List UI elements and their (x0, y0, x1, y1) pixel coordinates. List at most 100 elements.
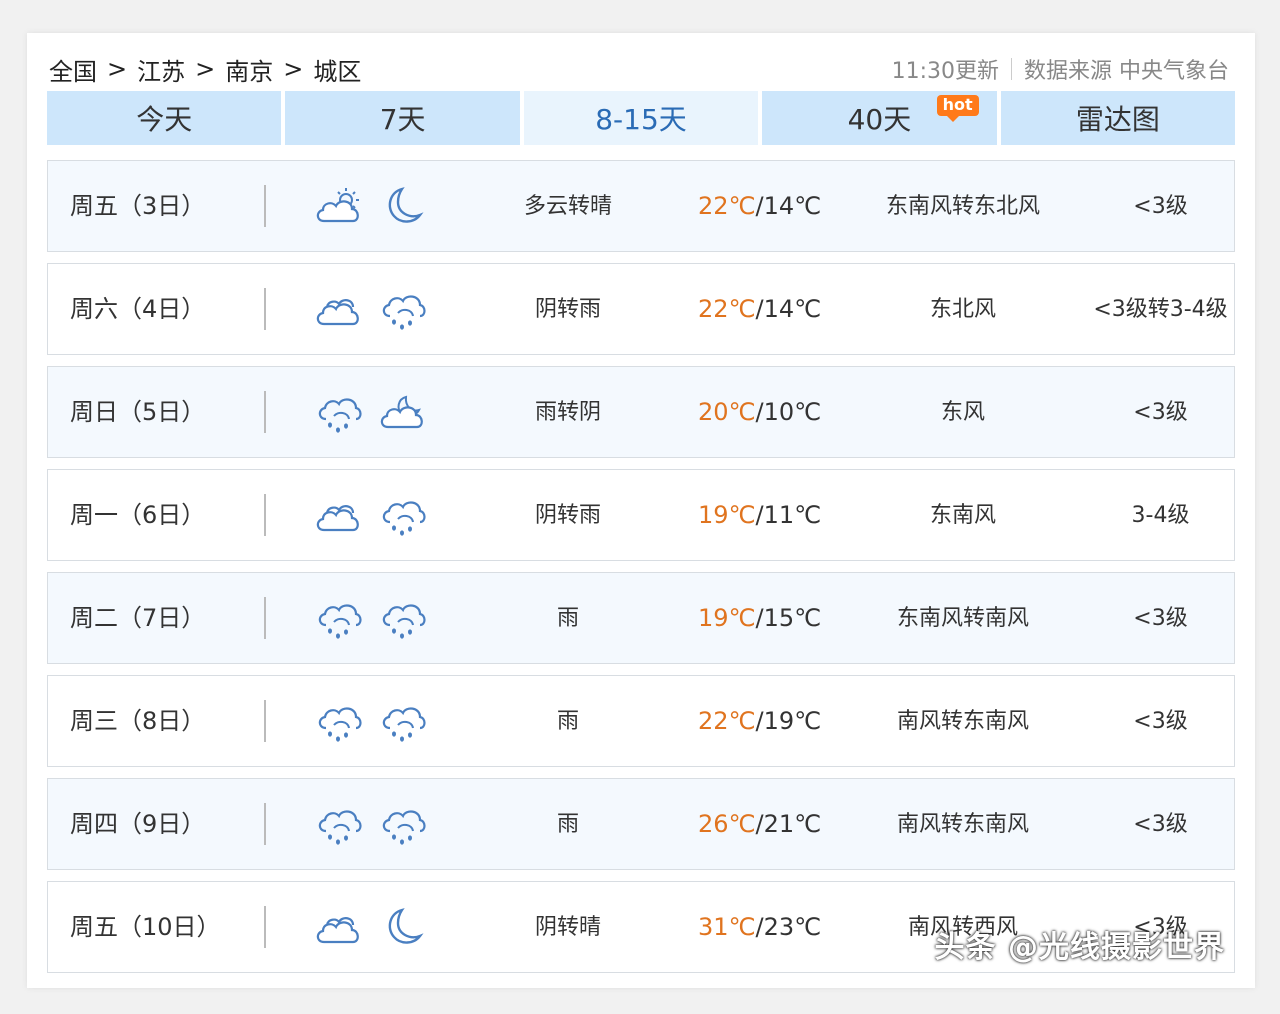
temperature: 31℃/23℃ (698, 882, 848, 972)
breadcrumb-separator: > (195, 55, 216, 83)
low-temp: 23℃ (763, 913, 822, 941)
meta-divider (1011, 58, 1012, 80)
low-temp: 21℃ (763, 810, 822, 838)
low-temp: 10℃ (763, 398, 822, 426)
breadcrumb-province[interactable]: 江苏 (137, 52, 185, 87)
forecast-row[interactable]: 周日（5日） 雨转阴 20℃/10℃ 东风 <3级 (47, 366, 1235, 458)
row-divider (264, 288, 266, 330)
temperature: 22℃/19℃ (698, 676, 848, 766)
breadcrumb-separator: > (283, 55, 304, 83)
rain-cloud-icon (376, 698, 428, 744)
temperature: 22℃/14℃ (698, 264, 848, 354)
wind-direction: 南风转东南风 (896, 812, 1029, 837)
tab-8-15-days[interactable]: 8-15天 (523, 91, 759, 145)
cloud-moon-icon (376, 389, 428, 435)
rain-cloud-icon (376, 286, 428, 332)
weather-text: 多云转晴 (523, 194, 612, 219)
tab-today[interactable]: 今天 (47, 91, 282, 145)
temp-separator: / (755, 398, 764, 426)
row-divider (264, 494, 266, 536)
wind-level: <3级 (1133, 606, 1188, 631)
moon-icon (376, 904, 428, 950)
row-divider (264, 700, 266, 742)
tab-radar[interactable]: 雷达图 (1000, 91, 1236, 145)
wind-level: <3级转3-4级 (1093, 297, 1228, 322)
overcast-cloud-icon (312, 492, 364, 538)
row-divider (264, 391, 266, 433)
rain-cloud-icon (376, 595, 428, 641)
hot-badge: hot (936, 95, 979, 122)
breadcrumb-separator: > (107, 55, 128, 83)
high-temp: 20℃ (698, 398, 756, 426)
temp-separator: / (755, 192, 764, 220)
wind-direction: 东南风转东北风 (885, 194, 1040, 219)
low-temp: 15℃ (763, 604, 822, 632)
low-temp: 19℃ (763, 707, 822, 735)
overcast-cloud-icon (312, 286, 364, 332)
weather-text: 雨 (556, 606, 579, 631)
temp-separator: / (755, 707, 764, 735)
temperature: 19℃/11℃ (698, 470, 848, 560)
temperature: 26℃/21℃ (698, 779, 848, 869)
weather-card: 全国 > 江苏 > 南京 > 城区 11:30更新 数据来源 中央气象台 今天 … (27, 33, 1255, 988)
forecast-row[interactable]: 周三（8日） 雨 22℃/19℃ 南风转东南风 <3级 (47, 675, 1235, 767)
forecast-row[interactable]: 周五（3日） 多云转晴 22℃/14℃ 东南风转东北风 <3级 (47, 160, 1235, 252)
high-temp: 19℃ (698, 604, 756, 632)
high-temp: 19℃ (698, 501, 756, 529)
tab-label: 雷达图 (1075, 103, 1160, 136)
wind-direction: 东南风转南风 (896, 606, 1029, 631)
forecast-row[interactable]: 周四（9日） 雨 26℃/21℃ 南风转东南风 <3级 (47, 778, 1235, 870)
temperature: 20℃/10℃ (698, 367, 848, 457)
day-label: 周五（10日） (70, 913, 221, 941)
high-temp: 31℃ (698, 913, 756, 941)
rain-cloud-icon (312, 801, 364, 847)
wind-direction: 东风 (940, 400, 985, 425)
moon-icon (376, 183, 428, 229)
weather-text: 雨 (556, 709, 579, 734)
rain-cloud-icon (312, 698, 364, 744)
weather-text: 雨转阴 (534, 400, 601, 425)
weather-text: 雨 (556, 812, 579, 837)
tab-40-days[interactable]: 40天 hot (762, 91, 997, 145)
tab-label: 今天 (136, 103, 193, 136)
wind-direction: 东北风 (929, 297, 996, 322)
rain-cloud-icon (376, 801, 428, 847)
tab-label: 8-15天 (595, 103, 687, 136)
day-label: 周五（3日） (70, 192, 206, 220)
wind-level: <3级 (1133, 194, 1188, 219)
data-source: 数据来源 中央气象台 (1024, 59, 1229, 84)
temp-separator: / (755, 913, 764, 941)
high-temp: 26℃ (698, 810, 756, 838)
low-temp: 14℃ (763, 295, 822, 323)
breadcrumb-city[interactable]: 南京 (225, 52, 273, 87)
day-label: 周一（6日） (70, 501, 206, 529)
temp-separator: / (755, 604, 764, 632)
wind-level: <3级 (1133, 400, 1188, 425)
weather-text: 阴转晴 (534, 915, 601, 940)
temperature: 19℃/15℃ (698, 573, 848, 663)
day-label: 周二（7日） (70, 604, 206, 632)
breadcrumb: 全国 > 江苏 > 南京 > 城区 (49, 52, 361, 87)
rain-cloud-icon (376, 492, 428, 538)
watermark: 头条 @光线摄影世界 (934, 930, 1225, 965)
rain-cloud-icon (312, 389, 364, 435)
high-temp: 22℃ (698, 295, 756, 323)
weather-text: 阴转雨 (534, 297, 601, 322)
wind-level: <3级 (1133, 812, 1188, 837)
forecast-row[interactable]: 周二（7日） 雨 19℃/15℃ 东南风转南风 <3级 (47, 572, 1235, 664)
update-time: 11:30更新 (891, 59, 999, 84)
high-temp: 22℃ (698, 192, 756, 220)
day-label: 周六（4日） (70, 295, 206, 323)
wind-direction: 南风转东南风 (896, 709, 1029, 734)
wind-direction: 东南风 (929, 503, 996, 528)
row-divider (264, 185, 266, 227)
breadcrumb-district[interactable]: 城区 (313, 52, 361, 87)
forecast-tabs: 今天 7天 8-15天 40天 hot 雷达图 (47, 91, 1236, 145)
weather-text: 阴转雨 (534, 503, 601, 528)
low-temp: 11℃ (763, 501, 822, 529)
breadcrumb-country[interactable]: 全国 (49, 52, 97, 87)
forecast-row[interactable]: 周六（4日） 阴转雨 22℃/14℃ 东北风 <3级转3-4级 (47, 263, 1235, 355)
forecast-row[interactable]: 周一（6日） 阴转雨 19℃/11℃ 东南风 3-4级 (47, 469, 1235, 561)
tab-7-days[interactable]: 7天 (285, 91, 520, 145)
low-temp: 14℃ (763, 192, 822, 220)
